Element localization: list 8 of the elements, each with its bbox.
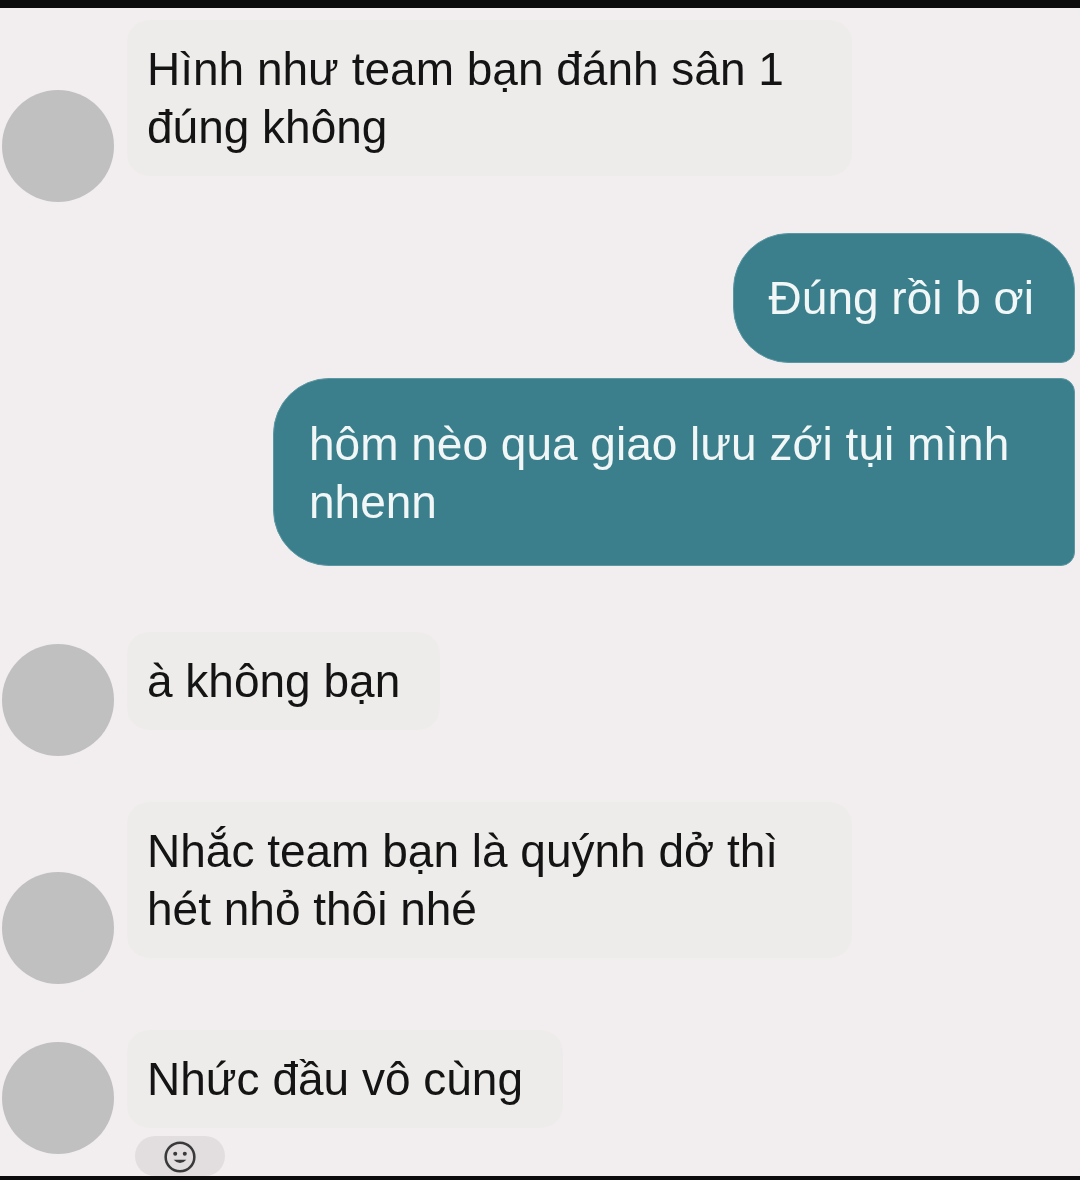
received-message-bubble: Nhắc team bạn là quýnh dở thì hét nhỏ thôi nhé <box>127 802 852 958</box>
sent-message-bubble: hôm nèo qua giao lưu zới tụi mình nhenn <box>273 378 1075 566</box>
received-message-bubble: à không bạn <box>127 632 441 730</box>
add-reaction-button[interactable] <box>135 1136 225 1176</box>
sent-message-bubble: Đúng rồi b ơi <box>732 233 1075 363</box>
received-message-bubble: Hình như team bạn đánh sân 1 đúng không <box>127 20 852 176</box>
smiley-icon <box>163 1140 197 1174</box>
received-message-bubble: Nhức đầu vô cùng <box>127 1030 564 1128</box>
